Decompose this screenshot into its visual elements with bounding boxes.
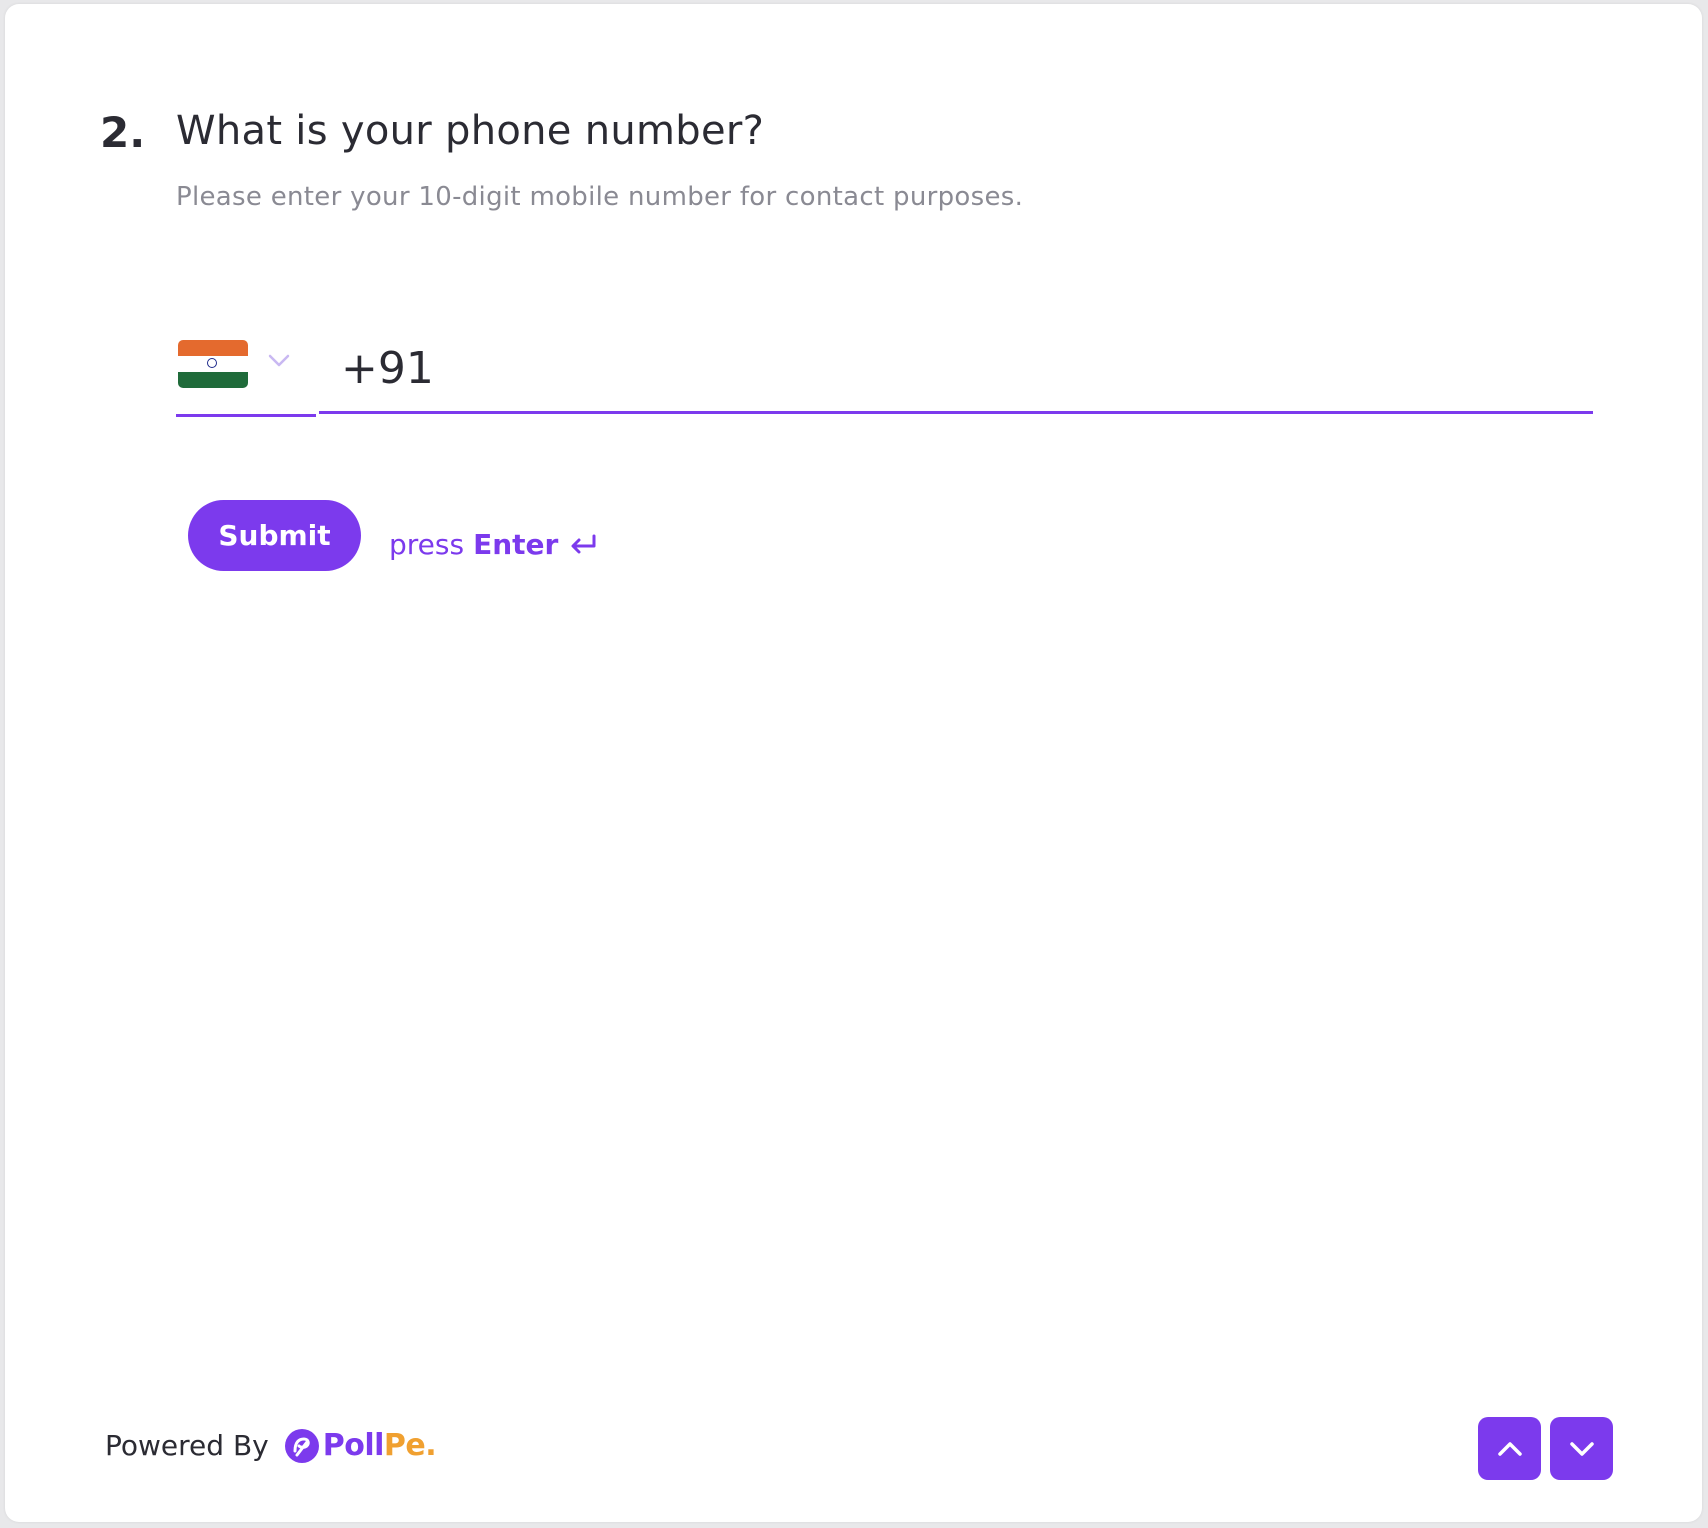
powered-by: Powered By PollPe.: [105, 1428, 437, 1463]
powered-by-label: Powered By: [105, 1429, 269, 1462]
india-flag-icon: [178, 340, 248, 388]
chevron-down-icon: [1569, 1441, 1594, 1456]
pollpe-logo[interactable]: PollPe.: [284, 1428, 437, 1463]
chevron-up-icon: [1497, 1441, 1522, 1456]
brand-pe: Pe.: [383, 1428, 437, 1463]
previous-question-button[interactable]: [1478, 1417, 1541, 1480]
phone-number-input[interactable]: [319, 326, 1593, 414]
hint-enter-key: Enter: [473, 528, 559, 561]
submit-button[interactable]: Submit: [188, 500, 361, 571]
hint-press-text: press: [389, 528, 465, 561]
country-code-dropdown[interactable]: [176, 326, 316, 417]
form-card: 2. What is your phone number? Please ent…: [5, 4, 1702, 1522]
pollpe-logo-icon: [284, 1428, 319, 1463]
phone-field: [176, 326, 1593, 418]
question-number: 2.: [100, 108, 146, 157]
question-description: Please enter your 10-digit mobile number…: [176, 182, 1024, 212]
brand-poll: Poll: [322, 1428, 385, 1463]
enter-hint: press Enter: [389, 528, 598, 561]
chevron-down-icon: [268, 354, 290, 367]
next-question-button[interactable]: [1550, 1417, 1613, 1480]
question-title: What is your phone number?: [176, 108, 765, 154]
enter-key-icon: [571, 534, 596, 553]
